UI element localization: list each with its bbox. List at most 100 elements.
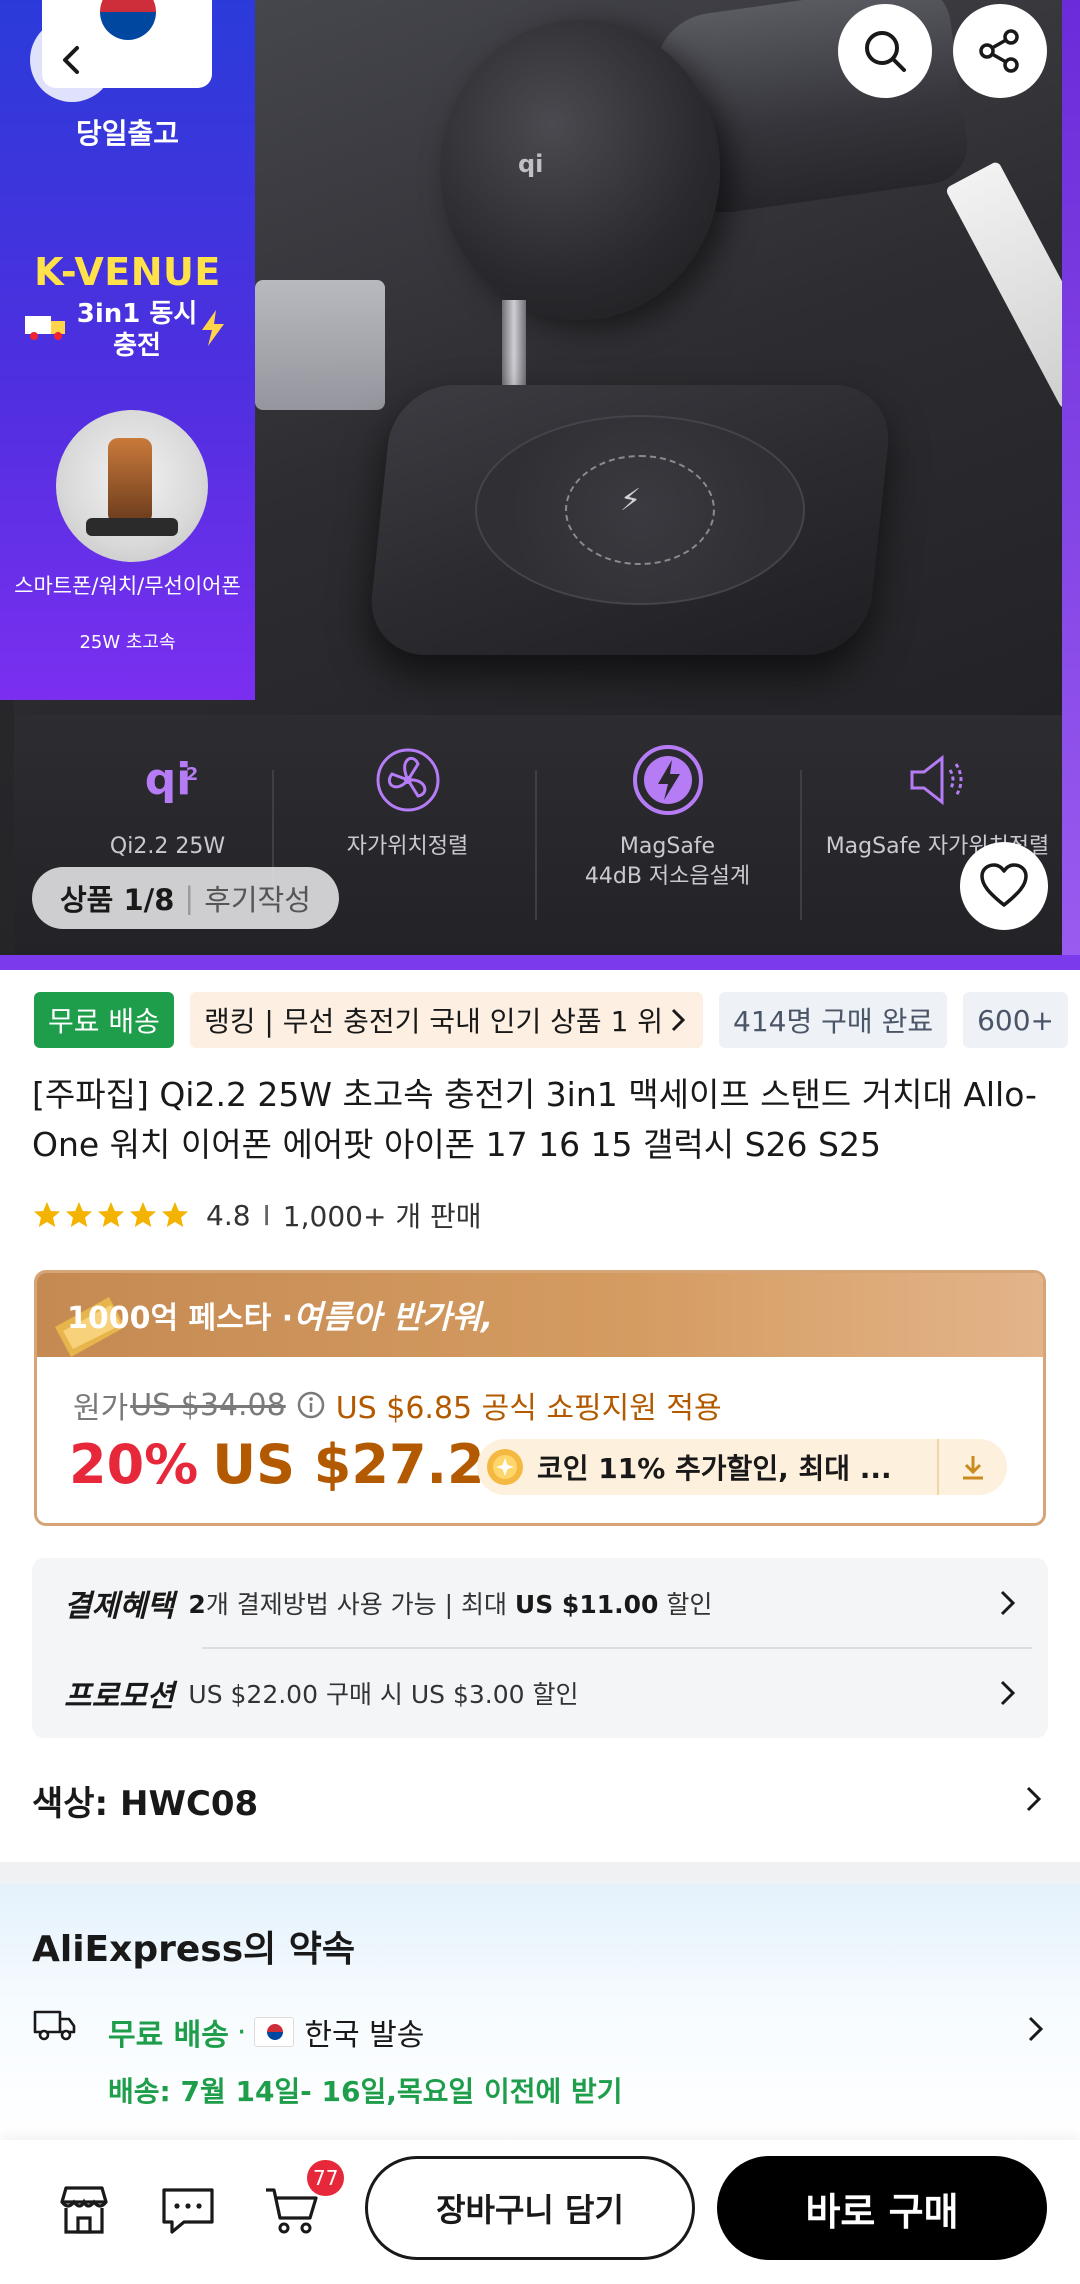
promo-speed: 25W 초고속 <box>79 632 176 653</box>
tag-row: 무료 배송 랭킹 | 무선 충전기 국내 인기 상품 1 위 414명 구매 완… <box>34 992 1068 1048</box>
free-shipping-label: 무료 배송 <box>108 2018 229 2053</box>
coin-download-button[interactable] <box>937 1439 1007 1495</box>
share-button[interactable] <box>953 4 1047 98</box>
truck-icon <box>25 316 65 340</box>
star-icon <box>98 1202 124 1227</box>
section-divider <box>0 1862 1080 1884</box>
promise-title: AliExpress의 약속 <box>32 1929 356 1970</box>
charger-bolt-icon: ⚡ <box>620 483 642 518</box>
chevron-right-icon[interactable] <box>1020 2014 1050 2044</box>
bolt-icon <box>202 310 224 346</box>
purchase-count-tag: 414명 구매 완료 <box>719 992 948 1048</box>
image-counter-current: 상품 1/8 <box>60 883 175 917</box>
feature-magsafe-quiet: MagSafe 44dB 저소음설계 <box>535 740 800 892</box>
korea-flag-icon <box>100 0 156 40</box>
product-title: [주파집] Qi2.2 25W 초고속 충전기 3in1 맥세이프 스탠드 거치… <box>32 1075 1037 1164</box>
image-counter-separator: | <box>184 881 195 915</box>
festa-banner-text: 1000억 페스타 · <box>67 1301 294 1336</box>
payment-benefit-desc: 2개 결제방법 사용 가능 | 최대 US $11.00 할인 <box>188 1590 713 1619</box>
rating-row[interactable]: 4.8 I 1,000+ 개 판매 <box>32 1195 482 1235</box>
free-shipping-tag: 무료 배송 <box>34 992 174 1048</box>
shipping-info[interactable]: 무료 배송 · 한국 발송 <box>108 2010 424 2054</box>
store-icon[interactable] <box>54 2180 114 2240</box>
coin-icon <box>487 1449 523 1485</box>
feature-label: MagSafe 44dB 저소음설계 <box>584 834 751 889</box>
cart-count-badge: 77 <box>307 2160 345 2196</box>
chevron-left-icon <box>63 46 79 74</box>
rating-value: 4.8 <box>206 1198 251 1232</box>
sold-count: 1,000+ 개 판매 <box>282 1200 482 1233</box>
promo-devices: 스마트폰/워치/무선이어폰 <box>14 574 241 598</box>
original-price-row: 원가 US $34.08 US $6.85 공식 쇼핑지원 적용 <box>73 1383 722 1427</box>
star-icon <box>130 1202 156 1227</box>
info-icon[interactable] <box>296 1390 326 1420</box>
charger-head <box>440 20 720 320</box>
chevron-right-icon <box>1000 1680 1016 1706</box>
star-icon <box>66 1202 92 1227</box>
search-icon <box>865 31 906 72</box>
speaker-icon <box>910 754 962 806</box>
image-counter[interactable]: 상품 1/8 | 후기작성 <box>32 867 339 929</box>
ship-from-label: 한국 발송 <box>304 2018 425 2053</box>
feature-qi2: qi 2 Qi2.2 25W <box>35 740 300 862</box>
fan-icon <box>376 748 439 812</box>
buy-now-button[interactable]: 바로 구매 <box>717 2156 1047 2260</box>
write-review-link[interactable]: 후기작성 <box>204 877 311 919</box>
feature-label: Qi2.2 25W <box>109 834 226 859</box>
feature-divider <box>800 770 802 920</box>
search-button[interactable] <box>838 4 932 98</box>
chevron-right-icon <box>671 1008 686 1032</box>
color-label: 색상: HWC08 <box>32 1783 259 1824</box>
benefits-box: 결제혜택 2개 결제방법 사용 가능 | 최대 US $11.00 할인 프로모… <box>32 1558 1048 1738</box>
payment-benefit-row[interactable]: 결제혜택 2개 결제방법 사용 가능 | 최대 US $11.00 할인 <box>32 1558 1048 1648</box>
chevron-right-icon <box>1026 1786 1042 1812</box>
chevron-right-icon <box>1000 1590 1016 1616</box>
wishlist-button[interactable] <box>960 842 1048 930</box>
star-icon <box>162 1202 188 1227</box>
original-price: US $34.08 <box>130 1387 286 1423</box>
korea-flag-icon <box>254 2017 295 2047</box>
add-to-cart-button[interactable]: 장바구니 담기 <box>365 2156 695 2260</box>
color-selector[interactable]: 색상: HWC08 <box>32 1772 1048 1828</box>
share-icon <box>979 29 1019 73</box>
promo-same-day: 당일출고 <box>75 117 180 150</box>
product-image-gallery[interactable]: qi ⚡ 당일출고 K-VENUE 3in1 동시 충전 스마트폰/워치/무선이… <box>0 0 1080 970</box>
heart-icon <box>980 863 1028 907</box>
ranking-tag[interactable]: 랭킹 | 무선 충전기 국내 인기 상품 1 위 <box>189 992 704 1048</box>
festa-banner-slogan: 여름아 반가워, <box>293 1298 494 1336</box>
back-button[interactable] <box>30 18 114 102</box>
promo-product-thumbnail <box>56 410 208 562</box>
ranking-tag-label: 랭킹 | 무선 충전기 국내 인기 상품 1 위 <box>203 1005 664 1038</box>
qi2-icon: qi 2 <box>144 754 198 805</box>
sale-price-row: 20% US $27.23 <box>69 1433 522 1496</box>
more-tag: 600+ <box>963 992 1068 1048</box>
discount-percent: 20% <box>69 1433 199 1496</box>
coin-discount-text: 코인 11% 추가할인, 최대 ... <box>537 1452 892 1485</box>
star-icon <box>34 1202 60 1227</box>
svg-text:2: 2 <box>185 764 198 785</box>
charger-logo: qi <box>518 150 544 178</box>
original-price-label: 원가 <box>73 1391 129 1426</box>
svg-text:qi: qi <box>144 754 191 805</box>
promotion-desc: US $22.00 구매 시 US $3.00 할인 <box>188 1680 579 1709</box>
sale-price: US $27.23 <box>212 1433 523 1496</box>
promotion-label: 프로모션 <box>64 1679 175 1714</box>
festa-banner: 1000억 페스타 · 여름아 반가워, <box>37 1273 1043 1357</box>
star-rating <box>32 1200 190 1230</box>
feature-magsafe-align: MagSafe 자가위치정렬 <box>805 740 1070 862</box>
keyboard-prop <box>255 280 385 410</box>
feature-label: 자가위치정렬 <box>346 834 469 859</box>
shipping-dot: · <box>236 2014 247 2050</box>
magsafe-bolt-icon <box>632 745 703 815</box>
hero-bottom-border <box>0 955 1080 970</box>
price-card: 1000억 페스타 · 여름아 반가워, 원가 US $34.08 US $6.… <box>34 1270 1046 1526</box>
download-icon <box>963 1456 983 1480</box>
chat-icon[interactable] <box>158 2180 218 2240</box>
feature-alignment: 자가위치정렬 <box>275 740 540 862</box>
rating-separator: I <box>262 1198 271 1232</box>
official-support-text: US $6.85 공식 쇼핑지원 적용 <box>335 1391 722 1426</box>
coin-discount-pill[interactable]: 코인 11% 추가할인, 최대 ... <box>477 1439 1007 1495</box>
promotion-row[interactable]: 프로모션 US $22.00 구매 시 US $3.00 할인 <box>32 1648 1048 1738</box>
promo-panel: 당일출고 K-VENUE 3in1 동시 충전 스마트폰/워치/무선이어폰 25… <box>0 0 255 700</box>
promo-headline: 3in1 동시 충전 <box>76 299 198 361</box>
